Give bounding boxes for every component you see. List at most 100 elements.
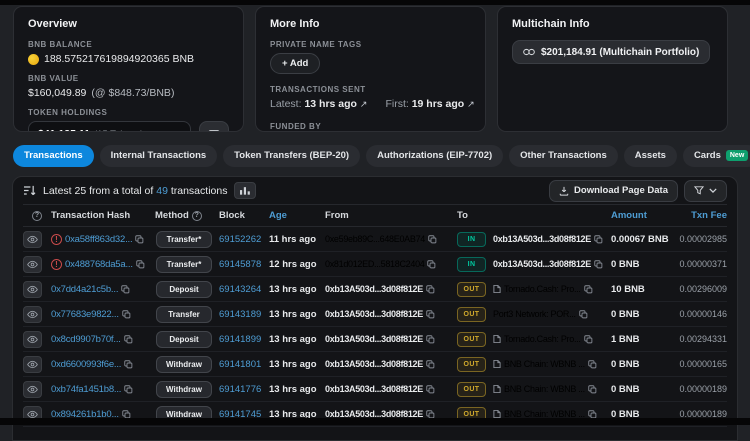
copy-icon[interactable] — [588, 384, 597, 394]
txn-fee-value: 0.00000189 — [679, 384, 727, 394]
transaction-hash-link[interactable]: 0xd6600993f6e... — [51, 359, 121, 370]
sort-icon[interactable] — [23, 185, 36, 196]
copy-icon[interactable] — [579, 309, 588, 319]
txn-fee-value: 0.00000371 — [679, 259, 727, 269]
to-address[interactable]: 0xb13A503d...3d08f812E — [493, 234, 591, 244]
method-badge: Deposit — [156, 280, 212, 298]
copy-icon[interactable] — [594, 234, 603, 244]
block-link[interactable]: 69143189 — [219, 309, 261, 320]
external-link-icon[interactable]: ↗ — [467, 99, 475, 109]
copy-icon[interactable] — [136, 259, 145, 269]
latest-value[interactable]: 13 hrs ago — [304, 98, 357, 110]
transaction-row: 0xd6600993f6e... Withdraw 69141801 13 hr… — [23, 352, 727, 377]
copy-icon[interactable] — [583, 284, 593, 294]
external-link-icon[interactable]: ↗ — [360, 99, 368, 109]
from-address[interactable]: 0xe59eb89C...648E0AB74 — [325, 234, 425, 244]
copy-icon[interactable] — [426, 384, 435, 394]
amount-value: 0.00067 BNB — [611, 233, 669, 245]
copy-icon[interactable] — [122, 309, 131, 319]
copy-icon[interactable] — [594, 259, 603, 269]
warning-icon — [51, 258, 62, 270]
copy-icon[interactable] — [124, 334, 133, 344]
copy-icon[interactable] — [427, 259, 436, 269]
tab-transactions[interactable]: Transactions — [13, 144, 94, 167]
block-link[interactable]: 69143264 — [219, 284, 261, 295]
top-edge-strip — [0, 0, 750, 5]
column-header-fee[interactable]: Txn Fee — [673, 210, 727, 221]
direction-badge: OUT — [457, 331, 486, 347]
eye-button[interactable] — [23, 280, 42, 298]
eye-button[interactable] — [23, 230, 42, 248]
transaction-row: 0xa58ff863d32... Transfer* 69152262 11 h… — [23, 227, 727, 252]
tab-internal-transactions[interactable]: Internal Transactions — [99, 144, 218, 167]
from-address[interactable]: 0xb13A503d...3d08f812E — [325, 334, 423, 344]
copy-icon[interactable] — [428, 234, 437, 244]
transaction-hash-link[interactable]: 0x488768da5a... — [65, 259, 133, 270]
transaction-hash-link[interactable]: 0x77683e9822... — [51, 309, 119, 320]
multichain-portfolio-button[interactable]: $201,184.91 (Multichain Portfolio) — [512, 40, 711, 64]
copy-icon[interactable] — [426, 309, 435, 319]
block-link[interactable]: 69141776 — [219, 384, 261, 395]
help-icon[interactable] — [191, 210, 202, 221]
download-label: Download Page Data — [574, 185, 668, 196]
first-value[interactable]: 19 hrs ago — [412, 98, 465, 110]
tab-assets[interactable]: Assets — [623, 144, 677, 167]
block-link[interactable]: 69145878 — [219, 259, 261, 270]
from-address[interactable]: 0x81d012ED...5818C2404 — [325, 259, 425, 269]
token-holdings-dropdown[interactable]: $41,135.11 (15 Tokens) — [28, 121, 191, 131]
tab-authorizations-eip-7702[interactable]: Authorizations (EIP-7702) — [366, 144, 504, 167]
filter-dropdown-button[interactable] — [684, 179, 727, 202]
eye-button[interactable] — [23, 305, 42, 323]
copy-icon[interactable] — [124, 359, 133, 369]
bnb-value-label: BNB VALUE — [28, 74, 79, 83]
to-address[interactable]: BNB Chain: WBNB ... — [504, 359, 585, 369]
to-address[interactable]: BNB Chain: WBNB ... — [504, 384, 585, 394]
block-link[interactable]: 69141899 — [219, 334, 261, 345]
eye-button[interactable] — [23, 255, 42, 273]
eye-button[interactable] — [23, 380, 42, 398]
transaction-hash-link[interactable]: 0xb74fa1451b8... — [51, 384, 121, 395]
column-header-hash: Transaction Hash — [51, 210, 131, 221]
tab-token-transfers-bep-20[interactable]: Token Transfers (BEP-20) — [223, 144, 361, 167]
copy-icon[interactable] — [121, 284, 130, 294]
transaction-hash-link[interactable]: 0x7dd4a21c5b... — [51, 284, 118, 295]
copy-icon[interactable] — [426, 284, 435, 294]
from-address[interactable]: 0xb13A503d...3d08f812E — [325, 359, 423, 369]
summary-cards: Overview BNB BALANCE 188.575217619894920… — [0, 0, 750, 132]
download-page-data-button[interactable]: Download Page Data — [549, 179, 678, 202]
from-address[interactable]: 0xb13A503d...3d08f812E — [325, 309, 423, 319]
transaction-row: 0xb74fa1451b8... Withdraw 69141776 13 hr… — [23, 377, 727, 402]
column-header-age[interactable]: Age — [269, 210, 325, 221]
block-link[interactable]: 69141801 — [219, 359, 261, 370]
copy-icon[interactable] — [426, 334, 435, 344]
help-icon[interactable] — [32, 210, 42, 221]
block-link[interactable]: 69152262 — [219, 234, 261, 245]
copy-icon[interactable] — [124, 384, 133, 394]
add-name-tag-button[interactable]: + Add — [270, 53, 321, 74]
copy-icon[interactable] — [588, 359, 597, 369]
to-address[interactable]: Tornado.Cash: Pro... — [504, 284, 581, 294]
direction-badge: IN — [457, 256, 486, 272]
to-address[interactable]: Port3 Network: POR... — [493, 309, 576, 319]
copy-icon[interactable] — [583, 334, 593, 344]
tab-other-transactions[interactable]: Other Transactions — [509, 144, 618, 167]
wallet-button[interactable] — [199, 121, 229, 131]
transaction-hash-link[interactable]: 0x8cd9907b70f... — [51, 334, 121, 345]
tab-cards[interactable]: Cards New — [682, 144, 750, 167]
from-address[interactable]: 0xb13A503d...3d08f812E — [325, 384, 423, 394]
to-address[interactable]: Tornado.Cash: Pro... — [504, 334, 581, 344]
latest-sent: Latest: 13 hrs ago ↗ — [270, 98, 367, 110]
amount-value: 0 BNB — [611, 358, 640, 370]
analytics-chart-button[interactable] — [234, 182, 257, 199]
column-header-amount[interactable]: Amount — [611, 210, 673, 221]
method-badge: Withdraw — [156, 380, 212, 398]
transaction-count-link[interactable]: 49 — [156, 185, 168, 197]
from-address[interactable]: 0xb13A503d...3d08f812E — [325, 284, 423, 294]
multichain-portfolio-value: $201,184.91 (Multichain Portfolio) — [541, 46, 700, 58]
copy-icon[interactable] — [426, 359, 435, 369]
copy-icon[interactable] — [135, 234, 144, 244]
eye-button[interactable] — [23, 330, 42, 348]
eye-button[interactable] — [23, 355, 42, 373]
transaction-hash-link[interactable]: 0xa58ff863d32... — [65, 234, 133, 245]
to-address[interactable]: 0xb13A503d...3d08f812E — [493, 259, 591, 269]
